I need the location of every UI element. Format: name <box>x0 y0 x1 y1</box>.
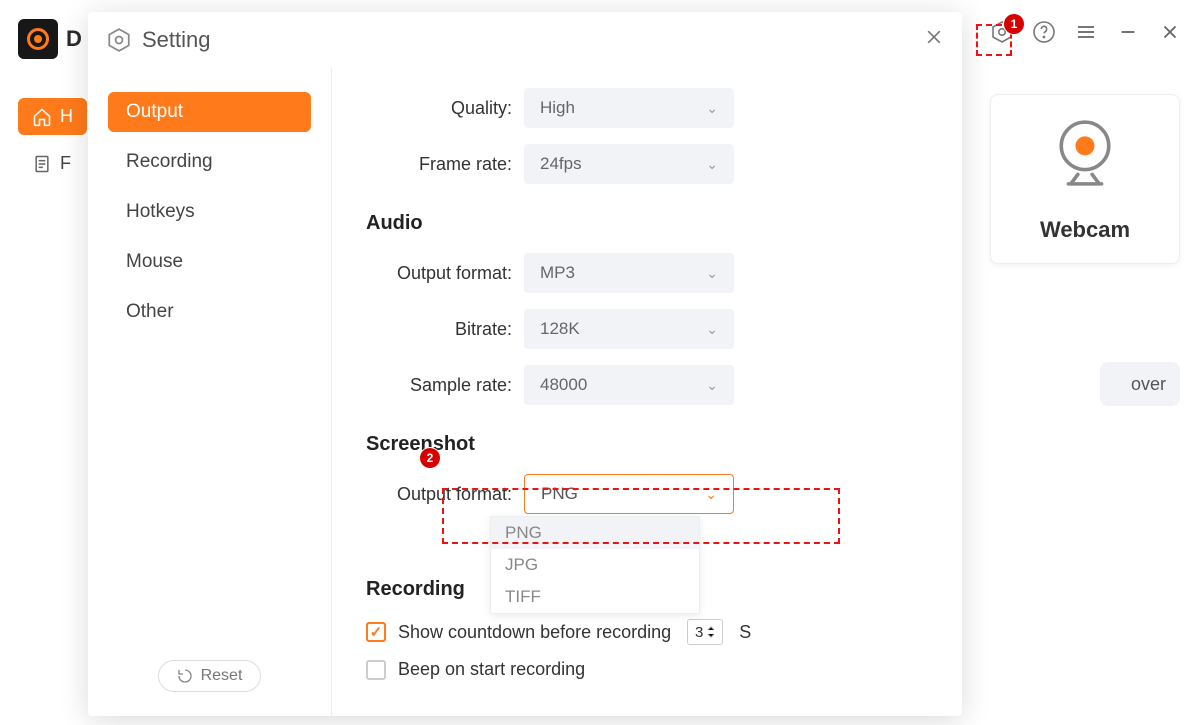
modal-sidebar: Output Recording Hotkeys Mouse Other Res… <box>88 68 332 716</box>
samplerate-label: Sample rate: <box>366 375 512 396</box>
menu-icon[interactable] <box>1074 20 1098 44</box>
settings-content[interactable]: Quality: High⌄ Frame rate: 24fps⌄ Audio … <box>332 68 962 716</box>
app-logo <box>18 19 58 59</box>
dropdown-option-png[interactable]: PNG <box>491 517 699 549</box>
settings-modal: Setting Output Recording Hotkeys Mouse O… <box>88 12 962 716</box>
chevron-down-icon: ⌄ <box>706 156 718 173</box>
countdown-checkbox[interactable] <box>366 622 386 642</box>
help-icon[interactable] <box>1032 20 1056 44</box>
quality-select[interactable]: High⌄ <box>524 88 734 128</box>
nav-files[interactable]: F <box>18 145 87 182</box>
chevron-down-icon: ⌄ <box>705 486 717 503</box>
nav-files-label: F <box>60 153 71 174</box>
chevron-down-icon: ⌄ <box>706 100 718 117</box>
bitrate-select[interactable]: 128K⌄ <box>524 309 734 349</box>
framerate-label: Frame rate: <box>366 154 512 175</box>
screenshot-heading: Screenshot <box>366 433 928 456</box>
audio-format-label: Output format: <box>366 263 512 284</box>
close-window-icon[interactable] <box>1158 20 1182 44</box>
app-letter: D <box>66 26 82 52</box>
screenshot-format-label: Output format: <box>366 484 512 505</box>
webcam-card[interactable]: Webcam <box>990 94 1180 264</box>
beep-label: Beep on start recording <box>398 659 585 680</box>
quality-label: Quality: <box>366 98 512 119</box>
webcam-label: Webcam <box>1040 217 1130 243</box>
nav-home[interactable]: H <box>18 98 87 135</box>
gear-icon <box>106 27 132 53</box>
webcam-icon <box>1047 115 1123 191</box>
nav-home-label: H <box>60 106 73 127</box>
titlebar-icons <box>990 20 1182 44</box>
framerate-select[interactable]: 24fps⌄ <box>524 144 734 184</box>
minimize-icon[interactable] <box>1116 20 1140 44</box>
countdown-suffix: S <box>739 622 751 643</box>
modal-header: Setting <box>88 12 962 68</box>
close-icon[interactable] <box>924 27 944 53</box>
modal-title: Setting <box>142 27 211 53</box>
dropdown-option-tiff[interactable]: TIFF <box>491 581 699 613</box>
countdown-label: Show countdown before recording <box>398 622 671 643</box>
reset-button[interactable]: Reset <box>158 660 262 692</box>
audio-heading: Audio <box>366 212 928 235</box>
countdown-spinner[interactable]: 3 <box>687 619 723 645</box>
voiceover-button-fragment[interactable]: over <box>1100 362 1180 406</box>
sidebar-item-hotkeys[interactable]: Hotkeys <box>108 192 311 232</box>
dropdown-option-jpg[interactable]: JPG <box>491 549 699 581</box>
sidebar-item-recording[interactable]: Recording <box>108 142 311 182</box>
sidebar-item-output[interactable]: Output <box>108 92 311 132</box>
samplerate-select[interactable]: 48000⌄ <box>524 365 734 405</box>
audio-format-select[interactable]: MP3⌄ <box>524 253 734 293</box>
chevron-down-icon: ⌄ <box>706 265 718 282</box>
beep-checkbox[interactable] <box>366 660 386 680</box>
screenshot-format-dropdown: PNG JPG TIFF <box>490 516 700 614</box>
sidebar-item-other[interactable]: Other <box>108 292 311 332</box>
sidebar-item-mouse[interactable]: Mouse <box>108 242 311 282</box>
settings-icon[interactable] <box>990 20 1014 44</box>
chevron-down-icon: ⌄ <box>706 377 718 394</box>
screenshot-format-select[interactable]: PNG⌄ <box>524 474 734 514</box>
left-nav: H F <box>18 98 87 182</box>
bitrate-label: Bitrate: <box>366 319 512 340</box>
chevron-down-icon: ⌄ <box>706 321 718 338</box>
